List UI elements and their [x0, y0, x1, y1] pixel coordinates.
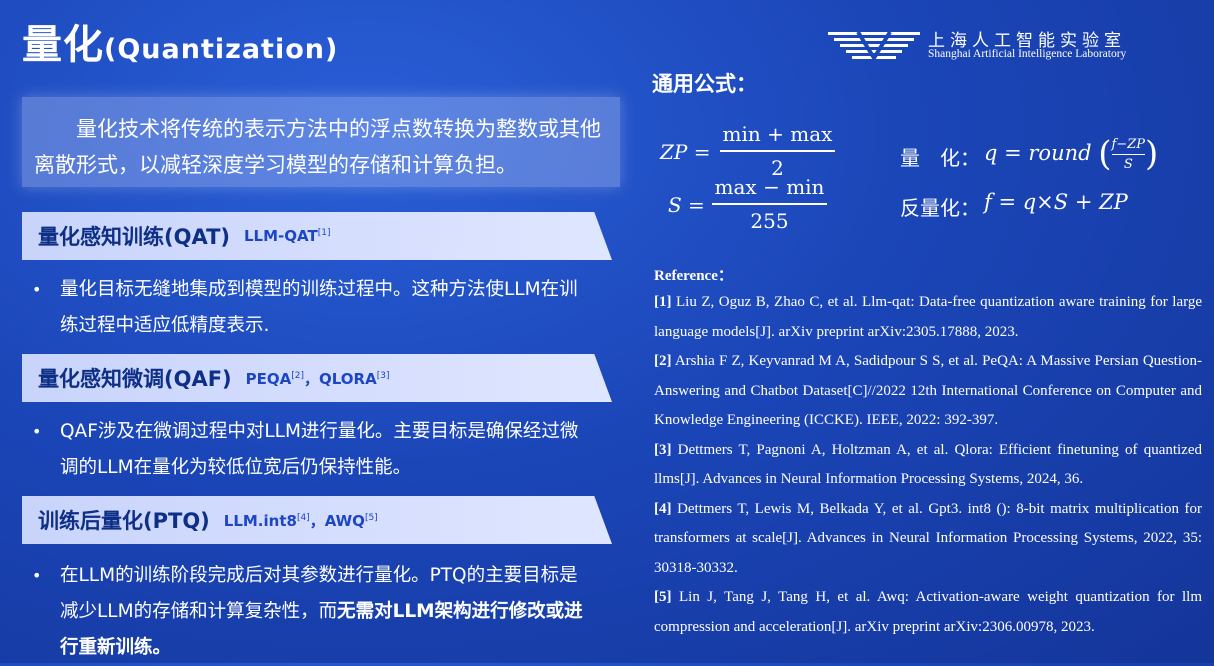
lab-logo-icon — [828, 30, 920, 60]
ref-sup: [5] — [364, 512, 378, 523]
bullet-qaf: • QAF涉及在微调过程中对LLM进行量化。主要目标是确保经过微调的LLM在量化… — [32, 414, 592, 486]
ref-sup: [1] — [317, 228, 331, 238]
bullet-text-qat: 量化目标无缝地集成到模型的训练过程中。这种方法使LLM在训练过程中适应低精度表示… — [60, 279, 578, 336]
s-numerator: max − min — [714, 175, 825, 199]
slide-title-en: (Quantization) — [104, 34, 339, 65]
ref-sup: [4] — [296, 512, 310, 523]
bullet-qat: • 量化目标无缝地集成到模型的训练过程中。这种方法使LLM在训练过程中适应低精度… — [32, 272, 592, 344]
quant-lhs: q = round — [984, 141, 1092, 165]
zp-fraction: min + max 2 — [720, 122, 835, 180]
zp-lhs: ZP = — [660, 140, 711, 164]
reference-item: [2] Arshia F Z, Keyvanrad M A, Sadidpour… — [654, 353, 1202, 428]
quant-inner-num: f−ZP — [1111, 137, 1146, 152]
section-bar-qat: 量化感知训练(QAT) LLM-QAT[1] — [22, 212, 612, 260]
section-bar-ptq: 训练后量化(PTQ) LLM.int8[4]，AWQ[5] — [22, 496, 612, 544]
reference-item: [5] Lin J, Tang J, Tang H, et al. Awq: A… — [654, 589, 1203, 635]
fraction-line — [712, 203, 827, 205]
ref-separator: ， — [309, 511, 325, 530]
fraction-line — [720, 150, 835, 152]
section-label-qat: 量化感知训练(QAT) — [38, 225, 230, 249]
reference-item: [4] Dettmers T, Lewis M, Belkada Y, et a… — [654, 500, 1203, 576]
intro-text: 量化技术将传统的表示方法中的浮点数转换为整数或其他离散形式，以减轻深度学习模型的… — [34, 117, 601, 177]
quant-inner-fraction: f−ZP S — [1111, 137, 1146, 172]
ref-sup: [2] — [291, 370, 305, 381]
bullet-text-qaf: QAF涉及在微调过程中对LLM进行量化。主要目标是确保经过微调的LLM在量化为较… — [60, 421, 579, 478]
section-label-ptq: 训练后量化(PTQ) — [38, 509, 210, 533]
section-refs-ptq: LLM.int8[4]，AWQ[5] — [224, 510, 378, 531]
ref-name: LLM.int8 — [223, 511, 297, 530]
fraction-line — [1111, 154, 1146, 155]
reference-item: [1] Liu Z, Oguz B, Zhao C, et al. Llm-qa… — [654, 294, 1202, 340]
ref-name: LLM-QAT — [244, 227, 318, 245]
section-refs-qat: LLM-QAT[1] — [244, 227, 330, 245]
section-bar-qaf: 量化感知微调(QAF) PEQA[2]，QLORA[3] — [22, 354, 612, 402]
intro-box: 量化技术将传统的表示方法中的浮点数转换为整数或其他离散形式，以减轻深度学习模型的… — [22, 97, 620, 187]
slide-title: 量化(Quantization) — [22, 12, 338, 70]
paren-close: ) — [1145, 134, 1159, 174]
s-lhs: S = — [668, 193, 705, 217]
s-denominator: 255 — [750, 209, 789, 233]
reference-title: Reference： — [654, 268, 733, 284]
dequant-formula: f = q×S + ZP — [984, 190, 1128, 214]
quant-inner-den: S — [1123, 157, 1133, 172]
ref-name: QLORA — [319, 369, 377, 388]
reference-list: [1] Liu Z, Oguz B, Zhao C, et al. Llm-qa… — [654, 288, 1202, 642]
bullet-ptq: • 在LLM的训练阶段完成后对其参数进行量化。PTQ的主要目标是减少LLM的存储… — [32, 558, 592, 666]
ref-sup: [3] — [376, 370, 390, 381]
s-fraction: max − min 255 — [712, 175, 827, 233]
bullet-dot: • — [32, 566, 42, 585]
section-label-qaf: 量化感知微调(QAF) — [38, 367, 232, 391]
paren-open: ( — [1098, 134, 1112, 174]
ref-name: AWQ — [324, 511, 365, 530]
quant-label: 量 化： — [900, 146, 980, 170]
bullet-dot: • — [32, 280, 42, 299]
ref-name: PEQA — [245, 369, 292, 388]
lab-logo-en: Shanghai Artificial Intelligence Laborat… — [928, 48, 1127, 60]
ref-separator: ， — [304, 369, 320, 388]
zp-numerator: min + max — [722, 122, 833, 146]
reference-item: [3] Dettmers T, Pagnoni A, Holtzman A, e… — [654, 441, 1203, 488]
formula-title: 通用公式： — [652, 72, 757, 96]
bullet-dot: • — [32, 422, 42, 441]
quant-formula: q = round (f−ZP S) — [984, 134, 1158, 174]
dequant-label: 反量化： — [900, 196, 980, 220]
slide-title-cn: 量化 — [22, 22, 104, 68]
lab-logo: 上海人工智能实验室 Shanghai Artificial Intelligen… — [828, 26, 1128, 66]
section-refs-qaf: PEQA[2]，QLORA[3] — [246, 368, 390, 389]
